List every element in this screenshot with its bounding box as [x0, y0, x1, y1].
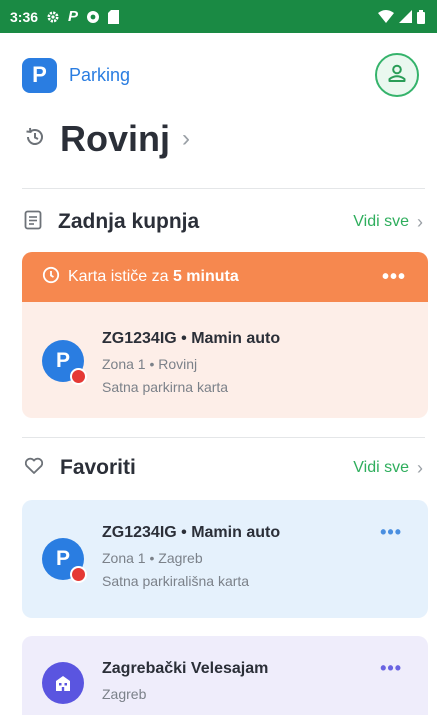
- see-all-label: Vidi sve: [353, 213, 409, 230]
- ticket-type: Satna parkirna karta: [102, 379, 229, 395]
- more-options-icon[interactable]: •••: [382, 266, 406, 289]
- ticket-type: Satna parkirališna karta: [102, 573, 250, 589]
- chevron-right-icon: ›: [417, 457, 423, 478]
- active-ticket-card[interactable]: Karta ističe za 5 minuta ••• P ZG1234IG …: [22, 252, 428, 418]
- section-title: Favoriti: [60, 456, 136, 479]
- app-name: Parking: [69, 64, 131, 85]
- profile-button[interactable]: [375, 53, 419, 97]
- divider: [22, 437, 425, 438]
- divider: [22, 188, 425, 189]
- history-icon: [24, 126, 46, 153]
- status-dot: [70, 566, 87, 583]
- ticket-zone: Zona 1 • Zagreb: [102, 550, 203, 566]
- see-all-link[interactable]: Vidi sve ›: [353, 212, 423, 233]
- chevron-right-icon: ›: [182, 125, 191, 152]
- expiry-alert-bar: Karta ističe za 5 minuta •••: [22, 252, 428, 302]
- chevron-right-icon: ›: [417, 211, 423, 232]
- expiry-prefix: Karta ističe za: [68, 268, 173, 285]
- ticket-title: ZG1234IG • Mamin auto: [102, 330, 281, 347]
- status-time: 3:36: [10, 8, 39, 25]
- favorites-section-header: Favoriti Vidi sve ›: [24, 453, 423, 483]
- expiry-time: 5 minuta: [172, 268, 239, 285]
- parking-avatar: P: [42, 340, 87, 385]
- place-city: Zagreb: [102, 686, 147, 702]
- status-bar: 3:36 P: [0, 0, 437, 33]
- ticket-title: ZG1234IG • Mamin auto: [102, 524, 281, 541]
- parking-avatar: P: [42, 538, 87, 583]
- signal-icon: [399, 10, 412, 23]
- receipt-icon: [24, 210, 42, 235]
- parking-p-icon: P: [68, 8, 79, 25]
- see-all-link[interactable]: Vidi sve ›: [353, 458, 423, 479]
- wifi-icon: [378, 10, 394, 23]
- heart-icon: [24, 457, 44, 480]
- place-info: Zagrebački Velesajam Zagreb: [42, 660, 268, 709]
- app-screen: 3:36 P P Parking Rovinj › Zadnja kupnja …: [0, 0, 437, 715]
- clock-icon: [42, 266, 60, 289]
- section-title: Zadnja kupnja: [58, 210, 200, 233]
- favorite-place-card[interactable]: ••• Zagrebački Velesajam Zagreb: [22, 636, 428, 715]
- city-selector[interactable]: Rovinj ›: [24, 118, 190, 160]
- parking-avatar-letter: P: [55, 349, 70, 372]
- app-header: P Parking: [22, 53, 419, 97]
- status-dot: [70, 368, 87, 385]
- place-title: Zagrebački Velesajam: [102, 660, 269, 677]
- ticket-info: P ZG1234IG • Mamin auto Zona 1 • Zagreb …: [42, 524, 280, 596]
- app-logo: P: [22, 57, 57, 93]
- brand: P Parking: [22, 57, 131, 93]
- user-icon: [386, 62, 408, 89]
- parking-avatar-letter: P: [55, 547, 70, 570]
- shield-icon: [86, 10, 100, 24]
- ticket-info: P ZG1234IG • Mamin auto Zona 1 • Rovinj …: [42, 330, 280, 402]
- sim-icon: [108, 9, 120, 24]
- ticket-zone: Zona 1 • Rovinj: [102, 356, 198, 372]
- more-options-icon[interactable]: •••: [380, 658, 402, 679]
- battery-icon: [417, 9, 425, 24]
- building-icon: [42, 662, 84, 704]
- expiry-text: Karta ističe za 5 minuta: [68, 268, 239, 286]
- recent-section-header: Zadnja kupnja Vidi sve ›: [24, 207, 423, 237]
- favorite-ticket-card[interactable]: ••• P ZG1234IG • Mamin auto Zona 1 • Zag…: [22, 500, 428, 618]
- gear-icon: [46, 10, 60, 24]
- city-name: Rovinj: [60, 118, 171, 159]
- see-all-label: Vidi sve: [353, 459, 409, 476]
- more-options-icon[interactable]: •••: [380, 522, 402, 543]
